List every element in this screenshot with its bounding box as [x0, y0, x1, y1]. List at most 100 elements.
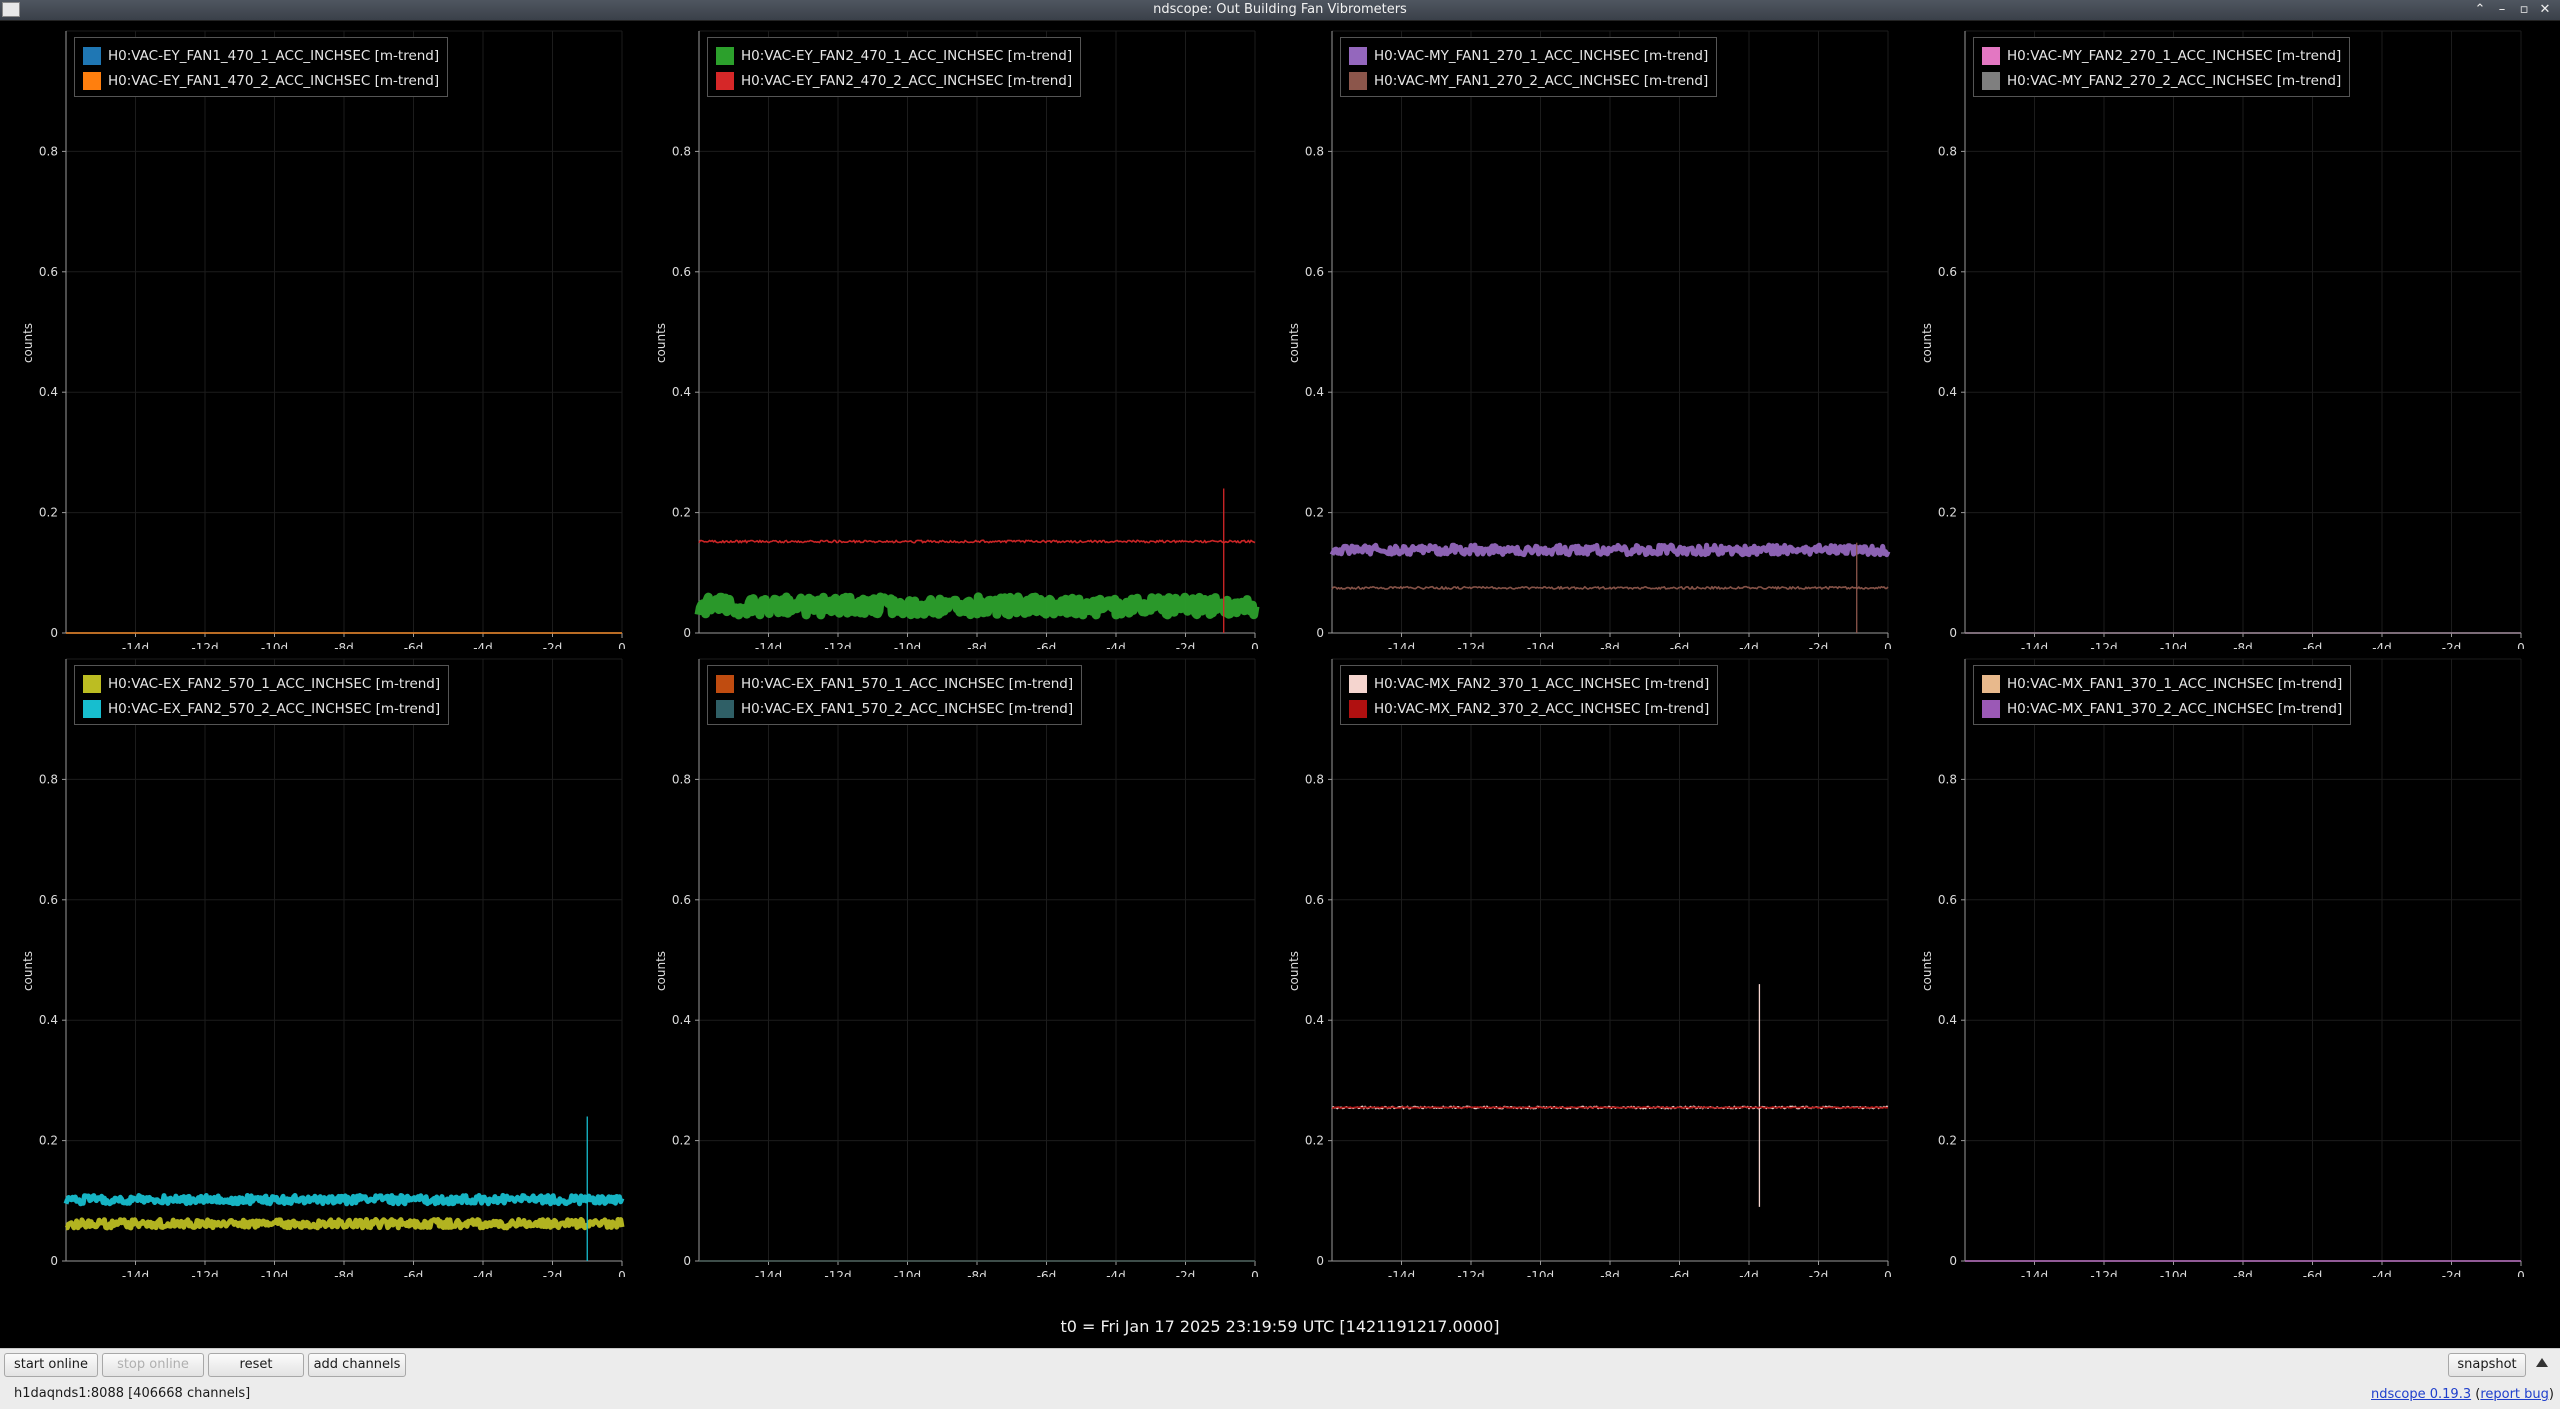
y-tick-label: 0.4 [672, 385, 691, 399]
start-online-button[interactable]: start online [4, 1353, 98, 1377]
x-tick-label: 0 [2517, 641, 2525, 649]
minimize-icon[interactable]: – [2492, 1, 2512, 19]
add-channels-button[interactable]: add channels [308, 1353, 406, 1377]
plot-panel[interactable]: 0 0.2 0.4 0.6 0.8 -14d -12d -10d -8d -6d -4d -2d 0 H… [633, 649, 1265, 1277]
maximize-icon[interactable]: ▫ [2514, 1, 2534, 19]
legend-label: H0:VAC-EX_FAN2_570_1_ACC_INCHSEC [m-tren… [108, 675, 441, 692]
legend-swatch [716, 46, 734, 65]
plot-area[interactable]: 0 0.2 0.4 0.6 0.8 -14d -12d -10d -8d -6d -4d -2d 0 [633, 649, 1265, 1277]
plot-panel[interactable]: 0 0.2 0.4 0.6 0.8 -14d -12d -10d -8d -6d -4d -2d 0 H… [0, 21, 632, 649]
plot-area[interactable]: 0 0.2 0.4 0.6 0.8 -14d -12d -10d -8d -6d -4d -2d 0 [0, 21, 632, 649]
legend-entry[interactable]: H0:VAC-MY_FAN1_270_1_ACC_INCHSEC [m-tren… [1349, 43, 1708, 68]
legend[interactable]: H0:VAC-EX_FAN2_570_1_ACC_INCHSEC [m-tren… [74, 665, 450, 725]
plot-area[interactable]: 0 0.2 0.4 0.6 0.8 -14d -12d -10d -8d -6d -4d -2d 0 [1899, 21, 2531, 649]
y-tick-label: 0.2 [1938, 506, 1957, 520]
x-tick-label: -2d [1176, 1269, 1196, 1277]
legend-label: H0:VAC-EX_FAN1_570_1_ACC_INCHSEC [m-tren… [741, 675, 1074, 692]
plot-panel[interactable]: 0 0.2 0.4 0.6 0.8 -14d -12d -10d -8d -6d -4d -2d 0 H… [1266, 649, 1898, 1277]
legend[interactable]: H0:VAC-EX_FAN1_570_1_ACC_INCHSEC [m-tren… [707, 665, 1083, 725]
report-bug-link[interactable]: report bug [2480, 1387, 2549, 1402]
legend-entry[interactable]: H0:VAC-MX_FAN1_370_2_ACC_INCHSEC [m-tren… [1982, 696, 2342, 721]
plot-area[interactable]: 0 0.2 0.4 0.6 0.8 -14d -12d -10d -8d -6d -4d -2d 0 [1899, 649, 2531, 1277]
snapshot-button[interactable]: snapshot [2448, 1353, 2526, 1377]
legend-entry[interactable]: H0:VAC-EY_FAN1_470_1_ACC_INCHSEC [m-tren… [83, 43, 439, 68]
x-tick-label: -2d [1809, 641, 1829, 649]
x-tick-label: -4d [473, 1269, 493, 1277]
y-tick-label: 0 [50, 626, 58, 640]
x-tick-label: 0 [1251, 641, 1259, 649]
legend-entry[interactable]: H0:VAC-EY_FAN2_470_2_ACC_INCHSEC [m-tren… [716, 68, 1072, 93]
legend-entry[interactable]: H0:VAC-EY_FAN2_470_1_ACC_INCHSEC [m-tren… [716, 43, 1072, 68]
legend-entry[interactable]: H0:VAC-EY_FAN1_470_2_ACC_INCHSEC [m-tren… [83, 68, 439, 93]
legend-entry[interactable]: H0:VAC-EX_FAN1_570_1_ACC_INCHSEC [m-tren… [716, 671, 1073, 696]
x-tick-label: -2d [1809, 1269, 1829, 1277]
y-axis-label: counts [1287, 950, 1301, 992]
window-title: ndscope: Out Building Fan Vibrometers [1153, 2, 1407, 17]
y-tick-label: 0.8 [1938, 772, 1957, 786]
plot-panel[interactable]: 0 0.2 0.4 0.6 0.8 -14d -12d -10d -8d -6d -4d -2d 0 H… [1899, 649, 2531, 1277]
add-channels-label: add channels [313, 1357, 401, 1372]
plot-area[interactable]: 0 0.2 0.4 0.6 0.8 -14d -12d -10d -8d -6d -4d -2d 0 [0, 649, 632, 1277]
x-tick-label: -8d [967, 1269, 987, 1277]
legend-swatch [1349, 674, 1367, 693]
plot-panel[interactable]: 0 0.2 0.4 0.6 0.8 -14d -12d -10d -8d -6d -4d -2d 0 H… [1899, 21, 2531, 649]
legend-entry[interactable]: H0:VAC-EX_FAN2_570_2_ACC_INCHSEC [m-tren… [83, 696, 440, 721]
y-tick-label: 0 [50, 1254, 58, 1268]
x-tick-label: -14d [122, 641, 149, 649]
x-tick-label: -12d [2090, 1269, 2117, 1277]
y-tick-label: 0.6 [1938, 265, 1957, 279]
plot-area[interactable]: 0 0.2 0.4 0.6 0.8 -14d -12d -10d -8d -6d -4d -2d 0 [633, 21, 1265, 649]
plot-panel[interactable]: 0 0.2 0.4 0.6 0.8 -14d -12d -10d -8d -6d -4d -2d 0 H… [633, 21, 1265, 649]
expand-arrow-icon[interactable] [2536, 1358, 2548, 1367]
legend-entry[interactable]: H0:VAC-MY_FAN2_270_1_ACC_INCHSEC [m-tren… [1982, 43, 2341, 68]
y-tick-label: 0.6 [39, 265, 58, 279]
title-bar: ndscope: Out Building Fan Vibrometers ⌃ … [0, 0, 2560, 21]
legend-swatch [716, 71, 734, 90]
server-info: h1daqnds1:8088 [406668 channels] [14, 1386, 251, 1401]
stop-online-button[interactable]: stop online [102, 1353, 204, 1377]
legend-label: H0:VAC-MX_FAN1_370_1_ACC_INCHSEC [m-tren… [2007, 675, 2343, 692]
legend-entry[interactable]: H0:VAC-MX_FAN2_370_1_ACC_INCHSEC [m-tren… [1349, 671, 1709, 696]
legend[interactable]: H0:VAC-EY_FAN1_470_1_ACC_INCHSEC [m-tren… [74, 37, 449, 97]
plot-panel[interactable]: 0 0.2 0.4 0.6 0.8 -14d -12d -10d -8d -6d -4d -2d 0 H… [0, 649, 632, 1277]
legend-entry[interactable]: H0:VAC-MX_FAN1_370_1_ACC_INCHSEC [m-tren… [1982, 671, 2342, 696]
close-icon[interactable]: ✕ [2535, 1, 2555, 19]
legend-swatch [716, 674, 734, 693]
x-tick-label: -4d [1106, 641, 1126, 649]
y-tick-label: 0 [1316, 626, 1324, 640]
y-tick-label: 0.6 [39, 893, 58, 907]
y-tick-label: 0 [683, 1254, 691, 1268]
y-axis-label: counts [1920, 322, 1934, 364]
legend-entry[interactable]: H0:VAC-EX_FAN2_570_1_ACC_INCHSEC [m-tren… [83, 671, 440, 696]
y-tick-label: 0.2 [1305, 1134, 1324, 1148]
x-tick-label: -12d [1457, 641, 1484, 649]
x-tick-label: -4d [2372, 1269, 2392, 1277]
legend[interactable]: H0:VAC-MY_FAN1_270_1_ACC_INCHSEC [m-tren… [1340, 37, 1718, 97]
legend-entry[interactable]: H0:VAC-MY_FAN2_270_2_ACC_INCHSEC [m-tren… [1982, 68, 2341, 93]
legend-label: H0:VAC-EX_FAN1_570_2_ACC_INCHSEC [m-tren… [741, 700, 1074, 717]
plot-panel[interactable]: 0 0.2 0.4 0.6 0.8 -14d -12d -10d -8d -6d -4d -2d 0 H… [1266, 21, 1898, 649]
y-tick-label: 0 [1949, 626, 1957, 640]
y-tick-label: 0.4 [1938, 1013, 1957, 1027]
shade-up-icon[interactable]: ⌃ [2470, 1, 2490, 19]
legend[interactable]: H0:VAC-MX_FAN1_370_1_ACC_INCHSEC [m-tren… [1973, 665, 2352, 725]
legend[interactable]: H0:VAC-EY_FAN2_470_1_ACC_INCHSEC [m-tren… [707, 37, 1082, 97]
legend[interactable]: H0:VAC-MX_FAN2_370_1_ACC_INCHSEC [m-tren… [1340, 665, 1719, 725]
y-tick-label: 0.6 [1305, 893, 1324, 907]
x-tick-label: -4d [1739, 641, 1759, 649]
x-tick-label: -10d [894, 1269, 921, 1277]
plot-area[interactable]: 0 0.2 0.4 0.6 0.8 -14d -12d -10d -8d -6d -4d -2d 0 [1266, 21, 1898, 649]
reset-button[interactable]: reset [208, 1353, 304, 1377]
y-tick-label: 0.6 [672, 893, 691, 907]
snapshot-label: snapshot [2457, 1357, 2517, 1372]
plot-area[interactable]: 0 0.2 0.4 0.6 0.8 -14d -12d -10d -8d -6d -4d -2d 0 [1266, 649, 1898, 1277]
start-online-label: start online [13, 1357, 89, 1372]
legend-entry[interactable]: H0:VAC-EX_FAN1_570_2_ACC_INCHSEC [m-tren… [716, 696, 1073, 721]
x-tick-label: -6d [1670, 1269, 1690, 1277]
y-tick-label: 0.8 [39, 144, 58, 158]
legend-entry[interactable]: H0:VAC-MX_FAN2_370_2_ACC_INCHSEC [m-tren… [1349, 696, 1709, 721]
legend[interactable]: H0:VAC-MY_FAN2_270_1_ACC_INCHSEC [m-tren… [1973, 37, 2351, 97]
version-link[interactable]: ndscope 0.19.3 [2371, 1387, 2471, 1402]
legend-entry[interactable]: H0:VAC-MY_FAN1_270_2_ACC_INCHSEC [m-tren… [1349, 68, 1708, 93]
legend-label: H0:VAC-MY_FAN1_270_2_ACC_INCHSEC [m-tren… [1374, 72, 1709, 89]
